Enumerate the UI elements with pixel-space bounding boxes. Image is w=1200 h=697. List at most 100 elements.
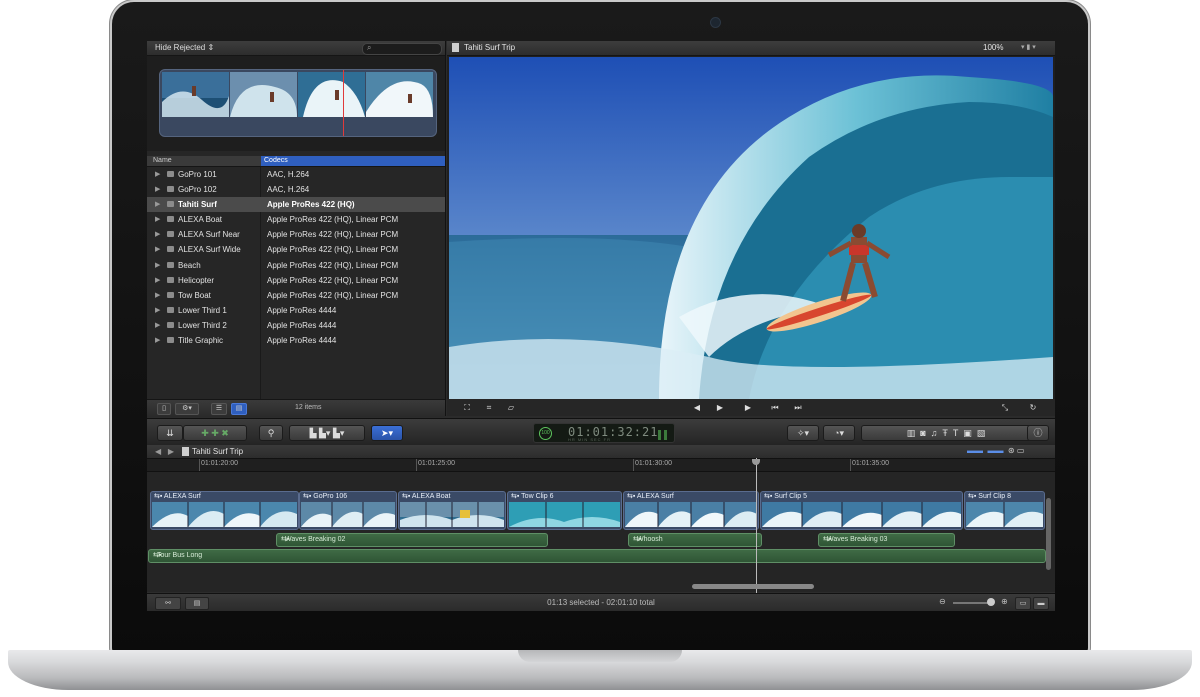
viewer-options-icon[interactable]: ▾ ▮ ▾ <box>1021 43 1036 51</box>
list-item[interactable]: ▶ ALEXA Surf Wide Apple ProRes 422 (HQ), L… <box>147 242 445 257</box>
next-frame-icon[interactable]: ▶ <box>713 402 727 413</box>
disclosure-triangle-icon[interactable]: ▶ <box>155 291 160 299</box>
enhancements-icon[interactable]: ✧▾ <box>787 425 819 441</box>
clip-icon <box>167 262 174 268</box>
list-item[interactable]: ▶ ALEXA Surf Near Apple ProRes 422 (HQ), L… <box>147 227 445 242</box>
zoom-icon[interactable]: ⊕ <box>1001 597 1008 606</box>
disclosure-triangle-icon[interactable]: ▶ <box>155 230 160 238</box>
browser-filter-bar: Hide Rejected ⇕ ⌕ <box>147 41 445 56</box>
go-to-start-icon[interactable]: ⏮ <box>768 402 782 413</box>
list-item[interactable]: ▶ GoPro 102 AAC, H.264 <box>147 182 445 197</box>
loop-icon[interactable]: ↻ <box>1025 402 1041 413</box>
audio-meter-right <box>664 430 667 440</box>
clip-icon <box>167 171 174 177</box>
video-clip[interactable]: ⇆▪ GoPro 106 <box>299 491 397 530</box>
audio-clip-label: ⇆▪ Tour Bus Long <box>153 552 203 559</box>
disclosure-triangle-icon[interactable]: ▶ <box>155 261 160 269</box>
list-item-selected[interactable]: ▶ Tahiti Surf Apple ProRes 422 (HQ) <box>147 197 445 212</box>
zoom-level[interactable]: 100% <box>983 43 1003 52</box>
timeline-settings-button[interactable]: ▬ <box>1033 597 1049 610</box>
video-clip[interactable]: ⇆▪ Surf Clip 5 <box>760 491 963 530</box>
horizontal-scrollbar[interactable] <box>692 584 814 589</box>
clip-thumbnails <box>301 502 395 527</box>
list-item[interactable]: ▶ Tow Boat Apple ProRes 422 (HQ), Linear P… <box>147 288 445 303</box>
disclosure-triangle-icon[interactable]: ▶ <box>155 170 160 178</box>
list-item[interactable]: ▶ Lower Third 1 Apple ProRes 4444 <box>147 303 445 318</box>
keyword-icon[interactable]: ⚲ <box>259 425 283 441</box>
list-view-button[interactable]: ☰ <box>211 403 227 415</box>
rating-buttons[interactable]: ✚ ✚ ✖ <box>183 425 247 441</box>
disclosure-triangle-icon[interactable]: ▶ <box>155 185 160 193</box>
viewer-title: Tahiti Surf Trip <box>464 43 516 52</box>
ruler-label: 01:01:35:00 <box>852 460 889 467</box>
audio-clip[interactable]: ⇆▪ Waves Breaking 02 <box>276 533 548 547</box>
list-item[interactable]: ▶ ALEXA Boat Apple ProRes 422 (HQ), Linear… <box>147 212 445 227</box>
disclosure-triangle-icon[interactable]: ▶ <box>155 336 160 344</box>
clip-codec: Apple ProRes 422 (HQ), Linear PCM <box>267 230 399 239</box>
search-icon: ⌕ <box>367 43 372 52</box>
clip-codec: Apple ProRes 422 (HQ), Linear PCM <box>267 276 399 285</box>
list-item[interactable]: ▶ Lower Third 2 Apple ProRes 4444 <box>147 318 445 333</box>
list-item[interactable]: ▶ Helicopter Apple ProRes 422 (HQ), Linear… <box>147 273 445 288</box>
list-item[interactable]: ▶ GoPro 101 AAC, H.264 <box>147 167 445 182</box>
previous-frame-icon[interactable]: ◀ <box>690 402 704 413</box>
zoom-slider[interactable] <box>953 602 991 604</box>
clip-height-button[interactable]: ▭ <box>1015 597 1031 610</box>
list-item[interactable]: ▶ Beach Apple ProRes 422 (HQ), Linear PCM <box>147 258 445 273</box>
clip-icon <box>167 216 174 222</box>
timeline-playhead[interactable] <box>756 458 757 593</box>
audio-clip[interactable]: ⇆▪ Tour Bus Long <box>148 549 1046 563</box>
clip-appearance-icons[interactable]: ▬▬ ▬▬ ⊛ ▭ <box>967 446 1024 455</box>
gear-icon[interactable]: ⚙▾ <box>175 403 199 415</box>
clip-name: Tahiti Surf <box>178 200 217 209</box>
retime-icon[interactable]: ◔▾ <box>823 425 855 441</box>
search-input[interactable]: ⌕ <box>362 43 442 55</box>
disclosure-triangle-icon[interactable]: ▶ <box>155 306 160 314</box>
video-clip[interactable]: ⇆▪ ALEXA Boat <box>398 491 506 530</box>
filmstrip[interactable] <box>159 69 437 137</box>
video-clip[interactable]: ⇆▪ Tow Clip 6 <box>507 491 622 530</box>
distort-icon[interactable]: ▱ <box>505 402 517 413</box>
timeline: ◀ ▶ Tahiti Surf Trip ▬▬ ▬▬ ⊛ ▭ 01:01:20:… <box>147 445 1055 593</box>
clip-icon <box>167 337 174 343</box>
play-icon[interactable]: ▶ <box>741 402 755 413</box>
go-to-end-icon[interactable]: ⏭ <box>791 402 805 413</box>
list-header: Name Codecs <box>147 156 445 167</box>
disclosure-triangle-icon[interactable]: ▶ <box>155 245 160 253</box>
fullscreen-icon[interactable]: ⤡ <box>998 402 1012 413</box>
video-clip[interactable]: ⇆▪ ALEXA Surf <box>150 491 299 530</box>
crop-icon[interactable]: ⌗ <box>483 402 495 413</box>
vertical-scrollbar[interactable] <box>1046 498 1051 570</box>
audio-clip[interactable]: ⇆▪ Whoosh <box>628 533 762 547</box>
timeline-ruler[interactable]: 01:01:20:00 01:01:25:00 01:01:30:00 01:0… <box>147 459 1055 472</box>
disclosure-triangle-icon[interactable]: ▶ <box>155 215 160 223</box>
clip-name: ALEXA Surf Near <box>178 230 240 239</box>
column-header-name[interactable]: Name <box>153 157 172 164</box>
column-header-codecs[interactable]: Codecs <box>261 156 445 166</box>
import-button[interactable]: ⇊ <box>157 425 183 441</box>
filmstrip-frame <box>162 72 229 117</box>
transform-icon[interactable]: ⛶ <box>459 402 475 413</box>
zoom-out-icon[interactable]: ⊖ <box>939 597 946 606</box>
zoom-slider-knob[interactable] <box>987 598 995 606</box>
disclosure-triangle-icon[interactable]: ▶ <box>155 321 160 329</box>
edit-buttons[interactable]: ▙ ▙▾ ▙▾ <box>289 425 365 441</box>
skimmer-playhead[interactable] <box>343 70 344 136</box>
timecode-display[interactable]: 100 01:01:32:21 HR MIN SEC FR <box>533 423 675 443</box>
library-toggle-button[interactable]: ▯ <box>157 403 171 415</box>
audio-clip[interactable]: ⇆▪ Waves Breaking 03 <box>818 533 955 547</box>
filter-dropdown[interactable]: Hide Rejected ⇕ <box>155 43 214 52</box>
video-clip[interactable]: ⇆▪ Surf Clip 8 <box>964 491 1045 530</box>
list-item[interactable]: ▶ Title Graphic Apple ProRes 4444 <box>147 333 445 348</box>
ruler-label: 01:01:25:00 <box>418 460 455 467</box>
disclosure-triangle-icon[interactable]: ▶ <box>155 276 160 284</box>
info-icon[interactable]: ⓘ <box>1027 425 1049 441</box>
disclosure-triangle-icon[interactable]: ▶ <box>155 200 160 208</box>
filmstrip-view-button[interactable]: ▤ <box>231 403 247 415</box>
history-back-icon[interactable]: ◀ ▶ <box>155 447 174 456</box>
media-browser-buttons[interactable]: ▥ ◙ ♫ Ŧ T ▣ ▧ <box>861 425 1031 441</box>
arrow-tool-icon[interactable]: ➤▾ <box>371 425 403 441</box>
clip-name: ALEXA Surf Wide <box>178 245 241 254</box>
clip-name: GoPro 102 <box>178 185 217 194</box>
video-clip[interactable]: ⇆▪ ALEXA Surf <box>623 491 759 530</box>
